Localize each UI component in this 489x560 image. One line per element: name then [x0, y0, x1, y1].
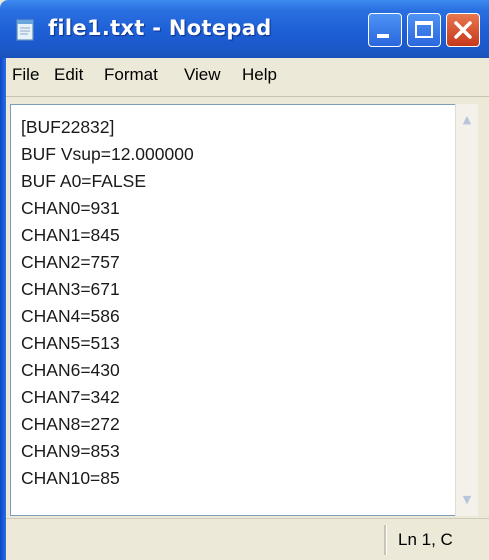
minimize-icon [377, 34, 389, 38]
text-line: CHAN8=272 [21, 414, 120, 434]
maximize-icon [415, 21, 433, 38]
menu-file[interactable]: File [12, 65, 39, 85]
title-bar[interactable]: file1.txt - Notepad [0, 0, 489, 58]
text-line: BUF A0=FALSE [21, 171, 146, 191]
window-title: file1.txt - Notepad [48, 16, 272, 40]
window-frame [0, 58, 6, 560]
menu-bar: File Edit Format View Help [6, 58, 489, 97]
maximize-button[interactable] [407, 13, 441, 47]
text-line: CHAN9=853 [21, 441, 120, 461]
close-button[interactable] [446, 13, 480, 47]
notepad-window: file1.txt - Notepad File Edit Format Vie… [0, 0, 489, 560]
cursor-position: Ln 1, C [398, 530, 453, 549]
close-icon [454, 21, 472, 39]
text-line: CHAN4=586 [21, 306, 120, 326]
text-line: CHAN3=671 [21, 279, 120, 299]
text-editor[interactable]: [BUF22832] BUF Vsup=12.000000 BUF A0=FAL… [10, 104, 470, 516]
menu-help[interactable]: Help [242, 65, 277, 85]
menu-format[interactable]: Format [104, 65, 158, 85]
text-line: CHAN7=342 [21, 387, 120, 407]
status-divider [384, 525, 387, 555]
text-line: CHAN6=430 [21, 360, 120, 380]
text-content: [BUF22832] BUF Vsup=12.000000 BUF A0=FAL… [21, 114, 194, 492]
text-line: CHAN1=845 [21, 225, 120, 245]
scroll-down-icon[interactable]: ▼ [459, 492, 475, 508]
status-bar: Ln 1, C [6, 518, 489, 560]
text-line: CHAN2=757 [21, 252, 120, 272]
vertical-scrollbar[interactable]: ▲ ▼ [455, 104, 478, 516]
text-line: CHAN10=85 [21, 468, 120, 488]
minimize-button[interactable] [368, 13, 402, 47]
text-line: BUF Vsup=12.000000 [21, 144, 194, 164]
text-line: CHAN0=931 [21, 198, 120, 218]
notepad-icon [16, 19, 34, 41]
text-line: [BUF22832] [21, 117, 115, 137]
text-line: CHAN5=513 [21, 333, 120, 353]
scroll-up-icon[interactable]: ▲ [459, 112, 475, 128]
menu-edit[interactable]: Edit [54, 65, 83, 85]
menu-view[interactable]: View [184, 65, 221, 85]
